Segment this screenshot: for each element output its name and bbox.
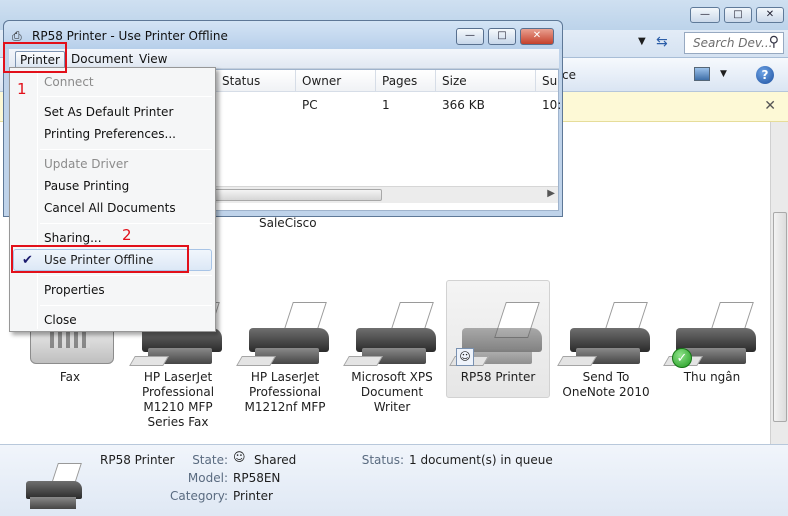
toolbar-partial-label: ce [562,68,576,82]
details-status-label: Status: [361,453,404,467]
help-icon[interactable]: ? [756,66,774,84]
device-label: HP LaserJet Professional M1210 MFP Serie… [141,370,215,429]
details-printer-icon [20,459,90,515]
menu-item-connect: Connect [44,75,94,89]
details-state-label: State: [192,453,228,467]
refresh-icon[interactable]: ⇆ [656,34,668,50]
checkmark-icon: ✔ [22,253,33,268]
menu-item-printing-preferences[interactable]: Printing Preferences... [44,127,176,141]
queue-minimize-button[interactable]: — [456,28,484,45]
row-pages: 1 [382,98,390,112]
details-category-value: Printer [233,489,273,503]
device-label: HP LaserJet Professional M1212nf MFP [244,370,326,414]
menu-document[interactable]: Document [67,51,137,67]
column-header-size[interactable]: Size [436,70,536,92]
menu-view[interactable]: View [135,51,171,67]
details-model-value: RP58EN [233,471,281,485]
address-dropdown-icon[interactable]: ▼ [638,36,646,47]
queue-menubar: Printer Document View [9,49,559,69]
device-label-salecisco: SaleCisco [259,216,317,230]
vertical-scrollbar[interactable] [770,122,788,444]
notification-close-icon[interactable]: ✕ [764,98,776,114]
search-placeholder: Search Dev... [693,36,773,50]
menu-item-properties[interactable]: Properties [44,283,105,297]
view-options-icon[interactable] [694,67,710,81]
menu-item-use-printer-offline[interactable]: ✔ Use Printer Offline [13,249,212,271]
device-thu-ngan[interactable]: ✓ Thu ngân [661,298,763,385]
row-owner: PC [302,98,318,112]
shared-icon: ☺ [233,450,246,464]
row-size: 366 KB [442,98,485,112]
details-status-value: 1 document(s) in queue [409,453,553,467]
printer-icon: ☺ [448,298,548,370]
details-category-label: Category: [170,489,228,503]
shared-users-icon: ☺ [456,348,474,366]
column-header-owner[interactable]: Owner [296,70,376,92]
device-label: Thu ngân [683,370,741,384]
menu-item-set-default[interactable]: Set As Default Printer [44,105,173,119]
queue-maximize-button[interactable]: □ [488,28,516,45]
annotation-number-1: 1 [17,80,27,98]
annotation-number-2: 2 [122,226,132,244]
device-label: Send To OneNote 2010 [562,370,650,399]
device-rp58-printer[interactable]: ☺ RP58 Printer [446,280,550,398]
default-printer-check-icon: ✓ [672,348,692,368]
bg-minimize-button[interactable]: — [690,7,720,23]
details-state-value: Shared [254,453,297,467]
scrollbar-thumb[interactable] [773,212,787,422]
menu-item-pause-printing[interactable]: Pause Printing [44,179,129,193]
printer-icon [342,298,442,370]
column-header-status[interactable]: Status [216,70,296,92]
device-label: Fax [59,370,81,384]
printer-icon [235,298,335,370]
bg-close-button[interactable]: ✕ [756,7,784,23]
queue-titlebar: ⎙ RP58 Printer - Use Printer Offline — □… [4,21,562,49]
printer-icon [556,298,656,370]
device-label: Microsoft XPS Document Writer [351,370,433,414]
scroll-right-arrow-icon[interactable]: ▶ [547,188,555,199]
printer-menu-dropdown: Connect Set As Default Printer Printing … [9,67,216,332]
device-hp-m1212nf[interactable]: HP LaserJet Professional M1212nf MFP [234,298,336,415]
bg-maximize-button[interactable]: □ [724,7,752,23]
menu-item-update-driver: Update Driver [44,157,129,171]
column-header-pages[interactable]: Pages [376,70,436,92]
search-input[interactable]: Search Dev... ⚲ [684,32,784,54]
menu-item-label: Use Printer Offline [44,253,154,267]
menu-item-sharing[interactable]: Sharing... [44,231,102,245]
menu-item-cancel-all[interactable]: Cancel All Documents [44,201,176,215]
queue-close-button[interactable]: ✕ [520,28,554,45]
printer-title-icon: ⎙ [12,29,22,43]
view-dropdown-icon[interactable]: ▼ [720,69,727,79]
menu-item-close[interactable]: Close [44,313,77,327]
search-icon[interactable]: ⚲ [769,34,779,50]
device-microsoft-xps[interactable]: Microsoft XPS Document Writer [341,298,443,415]
column-header-submitted[interactable]: Sub [536,70,558,92]
details-model-label: Model: [187,471,228,485]
printer-icon: ✓ [662,298,762,370]
row-submitted: 10: [542,98,562,112]
device-send-to-onenote[interactable]: Send To OneNote 2010 [555,298,657,400]
details-pane: RP58 Printer State: ☺ Shared Model: RP58… [0,444,788,516]
device-label: RP58 Printer [460,370,536,384]
queue-window-title: RP58 Printer - Use Printer Offline [32,29,228,43]
